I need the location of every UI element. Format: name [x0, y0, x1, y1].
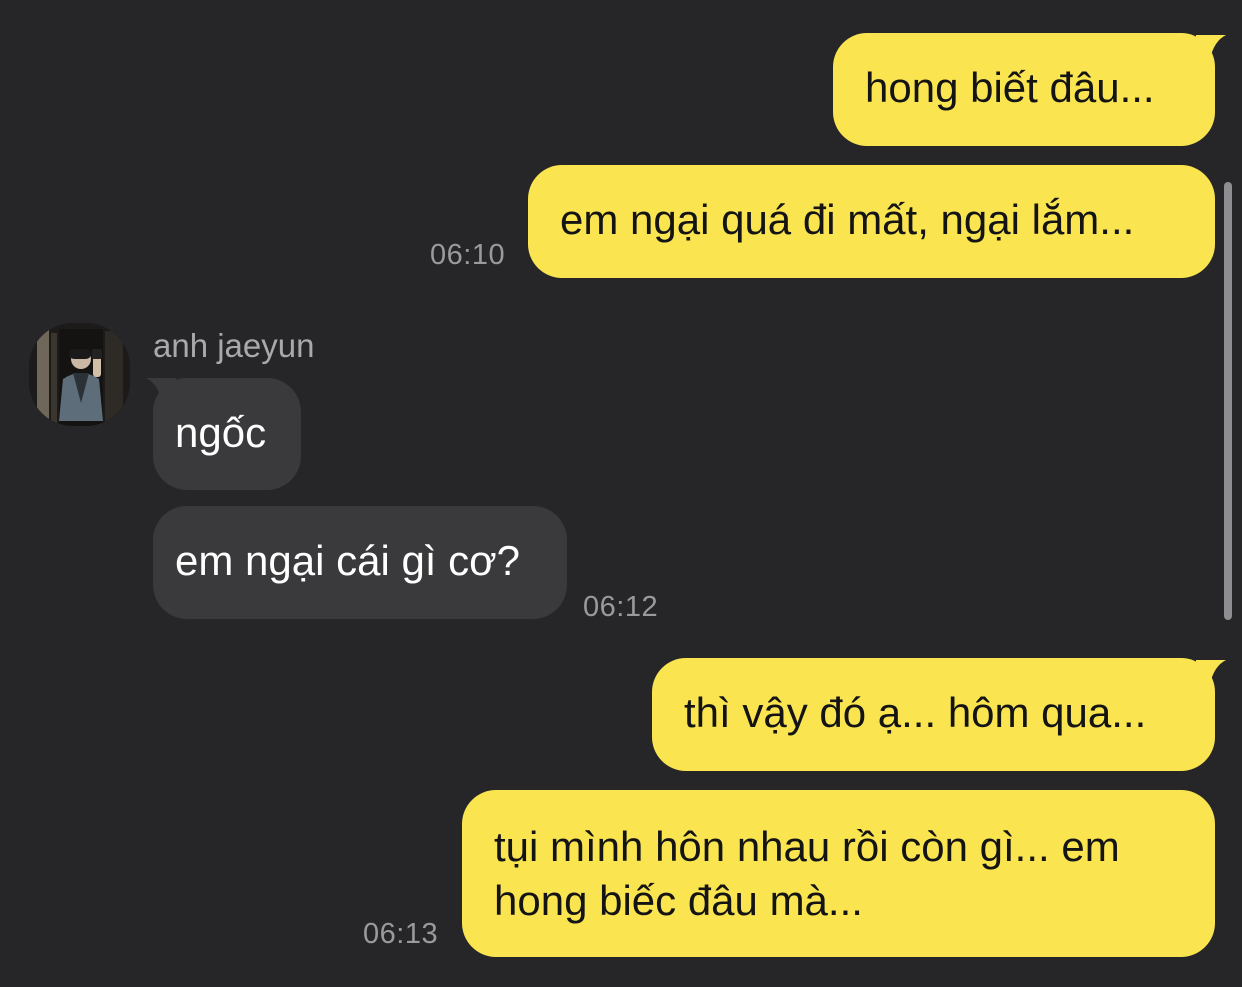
message-text: thì vậy đó ạ... hôm qua...: [684, 689, 1147, 736]
message-bubble-outgoing[interactable]: thì vậy đó ạ... hôm qua...: [652, 658, 1215, 771]
chat-screen: hong biết đâu... em ngại quá đi mất, ngạ…: [0, 0, 1242, 987]
sender-name: anh jaeyun: [153, 327, 315, 364]
message-text: ngốc: [175, 409, 267, 456]
message-bubble-outgoing[interactable]: hong biết đâu...: [833, 33, 1215, 146]
message-bubble-outgoing[interactable]: tụi mình hôn nhau rồi còn gì... em hong …: [462, 790, 1215, 957]
profile-photo-icon: [29, 323, 130, 426]
message-text: hong biết đâu...: [865, 64, 1155, 111]
message-text-line: hong biếc đâu mà...: [494, 877, 863, 924]
message-bubble-outgoing[interactable]: em ngại quá đi mất, ngại lắm...: [528, 165, 1215, 278]
message-text: em ngại quá đi mất, ngại lắm...: [560, 196, 1135, 243]
message-text: em ngại cái gì cơ?: [175, 537, 521, 584]
bubble-tail-icon: [1196, 35, 1226, 59]
message-timestamp: 06:10: [430, 239, 506, 271]
scrollbar[interactable]: [1224, 182, 1232, 620]
message-timestamp: 06:13: [363, 918, 439, 950]
bubble-tail-icon: [1196, 660, 1226, 684]
avatar[interactable]: [29, 323, 130, 426]
message-text-line: tụi mình hôn nhau rồi còn gì... em: [494, 823, 1120, 870]
bubble-tail-icon: [146, 378, 176, 402]
message-timestamp: 06:12: [583, 591, 659, 623]
message-bubble-incoming[interactable]: em ngại cái gì cơ?: [153, 506, 567, 619]
